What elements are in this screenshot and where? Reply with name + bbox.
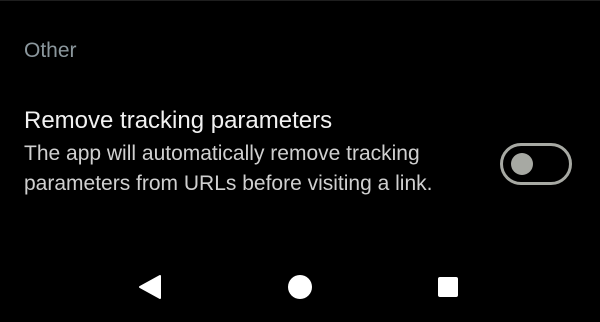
- setting-row-remove-tracking[interactable]: Remove tracking parameters The app will …: [0, 96, 600, 238]
- recents-square-icon: [438, 277, 458, 297]
- nav-home-button[interactable]: [280, 270, 320, 304]
- nav-recents-button[interactable]: [428, 270, 468, 304]
- top-divider: [0, 0, 600, 1]
- back-triangle-icon: [139, 275, 161, 299]
- toggle-thumb: [511, 153, 533, 175]
- setting-title: Remove tracking parameters: [24, 107, 333, 134]
- home-circle-icon: [288, 275, 312, 299]
- system-navigation-bar: [0, 258, 600, 322]
- remove-tracking-toggle[interactable]: [500, 143, 572, 185]
- section-header: Other: [24, 39, 77, 62]
- nav-back-button[interactable]: [130, 270, 170, 304]
- setting-description: The app will automatically remove tracki…: [24, 142, 433, 195]
